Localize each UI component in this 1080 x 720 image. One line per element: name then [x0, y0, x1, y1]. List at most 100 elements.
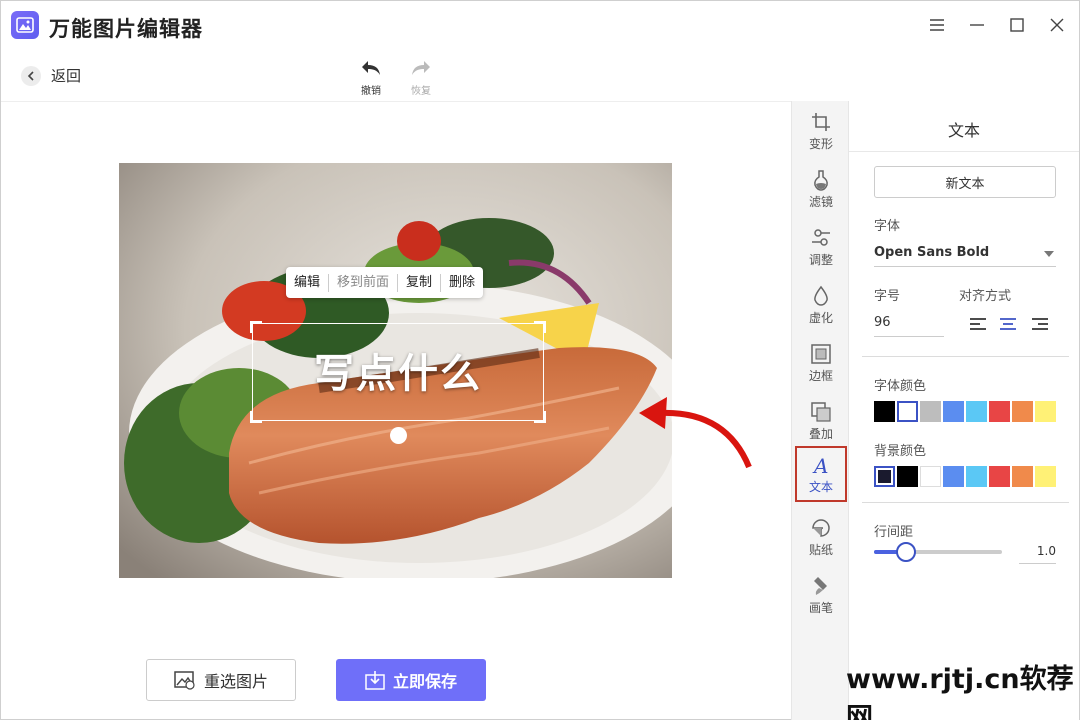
rail-label: 虚化 [808, 311, 833, 325]
rail-label: 边框 [808, 369, 833, 383]
rail-item-frame[interactable]: 边框 [792, 337, 850, 393]
bg-color-swatch[interactable] [897, 466, 918, 487]
font-color-swatch[interactable] [1035, 401, 1056, 422]
chevron-down-icon [1044, 251, 1054, 257]
reselect-image-button[interactable]: 重选图片 [146, 659, 296, 701]
panel-title: 文本 [947, 121, 980, 140]
image-icon [174, 671, 195, 690]
font-color-swatches [874, 401, 1056, 422]
rail-label: 滤镜 [808, 195, 833, 209]
app-title: 万能图片编辑器 [49, 17, 203, 41]
bg-color-swatch[interactable] [943, 466, 964, 487]
back-button[interactable]: 返回 [21, 65, 81, 86]
text-properties-panel: 文本 新文本 字体 Open Sans Bold 字号 对齐方式 96 字体颜色… [849, 101, 1079, 720]
rail-item-adjust[interactable]: 调整 [792, 221, 850, 277]
font-select-value: Open Sans Bold [874, 245, 990, 260]
bg-color-swatch[interactable] [874, 466, 895, 487]
overlay-icon [811, 402, 831, 422]
font-color-swatch[interactable] [943, 401, 964, 422]
rail-item-text[interactable]: A 文本 [795, 446, 847, 502]
watermark-text: www.rjtj.cn软荐网 [846, 664, 1074, 720]
svg-text:A: A [812, 454, 828, 476]
redo-button[interactable]: 恢复 [401, 59, 441, 97]
save-icon [365, 671, 385, 690]
annotation-arrow-icon [639, 397, 752, 469]
sticker-icon [812, 519, 830, 537]
save-now-button[interactable]: 立即保存 [336, 659, 486, 701]
font-color-swatch[interactable] [989, 401, 1010, 422]
font-label: 字体 [874, 219, 901, 234]
align-label: 对齐方式 [959, 289, 1012, 304]
menu-icon[interactable] [925, 13, 949, 37]
brush-icon [814, 577, 827, 595]
title-bar: 万能图片编辑器 [1, 1, 1079, 51]
bg-color-swatches [874, 466, 1056, 487]
filter-icon [814, 170, 828, 191]
crop-icon [812, 113, 830, 131]
app-logo-icon [11, 11, 39, 39]
resize-handle[interactable] [250, 411, 262, 423]
panel-divider [862, 502, 1069, 503]
app-window: 万能图片编辑器 返回 撤销 恢复 编辑 移到前面 复制 删除 写点什么 重选图片… [0, 0, 1080, 720]
ctx-copy[interactable]: 复制 [398, 274, 440, 292]
text-layer-content[interactable]: 写点什么 [252, 341, 544, 399]
frame-icon [811, 344, 831, 364]
rail-label: 贴纸 [808, 543, 833, 557]
rail-item-filter[interactable]: 滤镜 [792, 163, 850, 219]
rotate-handle[interactable] [390, 427, 407, 444]
line-spacing-label: 行间距 [874, 525, 914, 540]
rail-item-overlay[interactable]: 叠加 [792, 395, 850, 451]
bg-color-swatch[interactable] [1012, 466, 1033, 487]
maximize-icon[interactable] [1005, 13, 1029, 37]
bg-color-swatch[interactable] [1035, 466, 1056, 487]
close-icon[interactable] [1045, 13, 1069, 37]
align-right-icon[interactable] [1031, 316, 1049, 332]
text-layer[interactable]: 写点什么 [250, 321, 546, 423]
resize-handle[interactable] [250, 321, 262, 333]
bg-color-swatch[interactable] [966, 466, 987, 487]
align-center-icon[interactable] [999, 316, 1017, 332]
blur-icon [814, 285, 828, 306]
font-color-label: 字体颜色 [874, 379, 927, 394]
font-color-swatch[interactable] [966, 401, 987, 422]
text-context-menu: 编辑 移到前面 复制 删除 [286, 267, 484, 298]
font-color-swatch[interactable] [920, 401, 941, 422]
rail-item-transform[interactable]: 变形 [792, 105, 850, 161]
ctx-delete[interactable]: 删除 [441, 274, 483, 292]
resize-handle[interactable] [534, 321, 546, 333]
new-text-button[interactable]: 新文本 [874, 166, 1056, 198]
undo-button[interactable]: 撤销 [351, 59, 391, 97]
line-spacing-value[interactable]: 1.0 [1019, 540, 1056, 564]
back-label: 返回 [51, 67, 82, 85]
line-spacing-slider[interactable] [874, 542, 1002, 562]
line-spacing-slider-knob[interactable] [896, 542, 916, 562]
rail-item-blur[interactable]: 虚化 [792, 279, 850, 335]
rail-label: 变形 [808, 137, 833, 151]
toolbar-divider [1, 101, 791, 102]
bg-color-swatch[interactable] [920, 466, 941, 487]
redo-icon [412, 61, 430, 75]
font-size-input[interactable]: 96 [874, 311, 944, 337]
tool-rail: 变形 滤镜 调整 虚化 边框 叠加 A 文本 贴纸 画笔 [791, 101, 849, 720]
rail-label: 画笔 [808, 601, 833, 615]
font-select[interactable]: Open Sans Bold [874, 241, 1056, 267]
text-icon: A [812, 454, 828, 476]
rail-label: 文本 [808, 480, 833, 494]
rail-item-sticker[interactable]: 贴纸 [792, 511, 850, 567]
bg-color-label: 背景颜色 [874, 444, 927, 459]
rail-item-brush[interactable]: 画笔 [792, 569, 850, 625]
font-color-swatch[interactable] [897, 401, 918, 422]
panel-divider [849, 151, 1079, 152]
align-left-icon[interactable] [969, 316, 987, 332]
resize-handle[interactable] [534, 411, 546, 423]
reselect-label: 重选图片 [203, 672, 268, 691]
ctx-edit[interactable]: 编辑 [286, 274, 328, 292]
rail-label: 调整 [808, 253, 833, 267]
font-color-swatch[interactable] [1012, 401, 1033, 422]
font-color-swatch[interactable] [874, 401, 895, 422]
adjust-icon [812, 229, 830, 246]
bg-color-swatch[interactable] [989, 466, 1010, 487]
chevron-left-icon [21, 65, 41, 86]
minimize-icon[interactable] [965, 13, 989, 37]
ctx-bring-front[interactable]: 移到前面 [329, 274, 397, 292]
